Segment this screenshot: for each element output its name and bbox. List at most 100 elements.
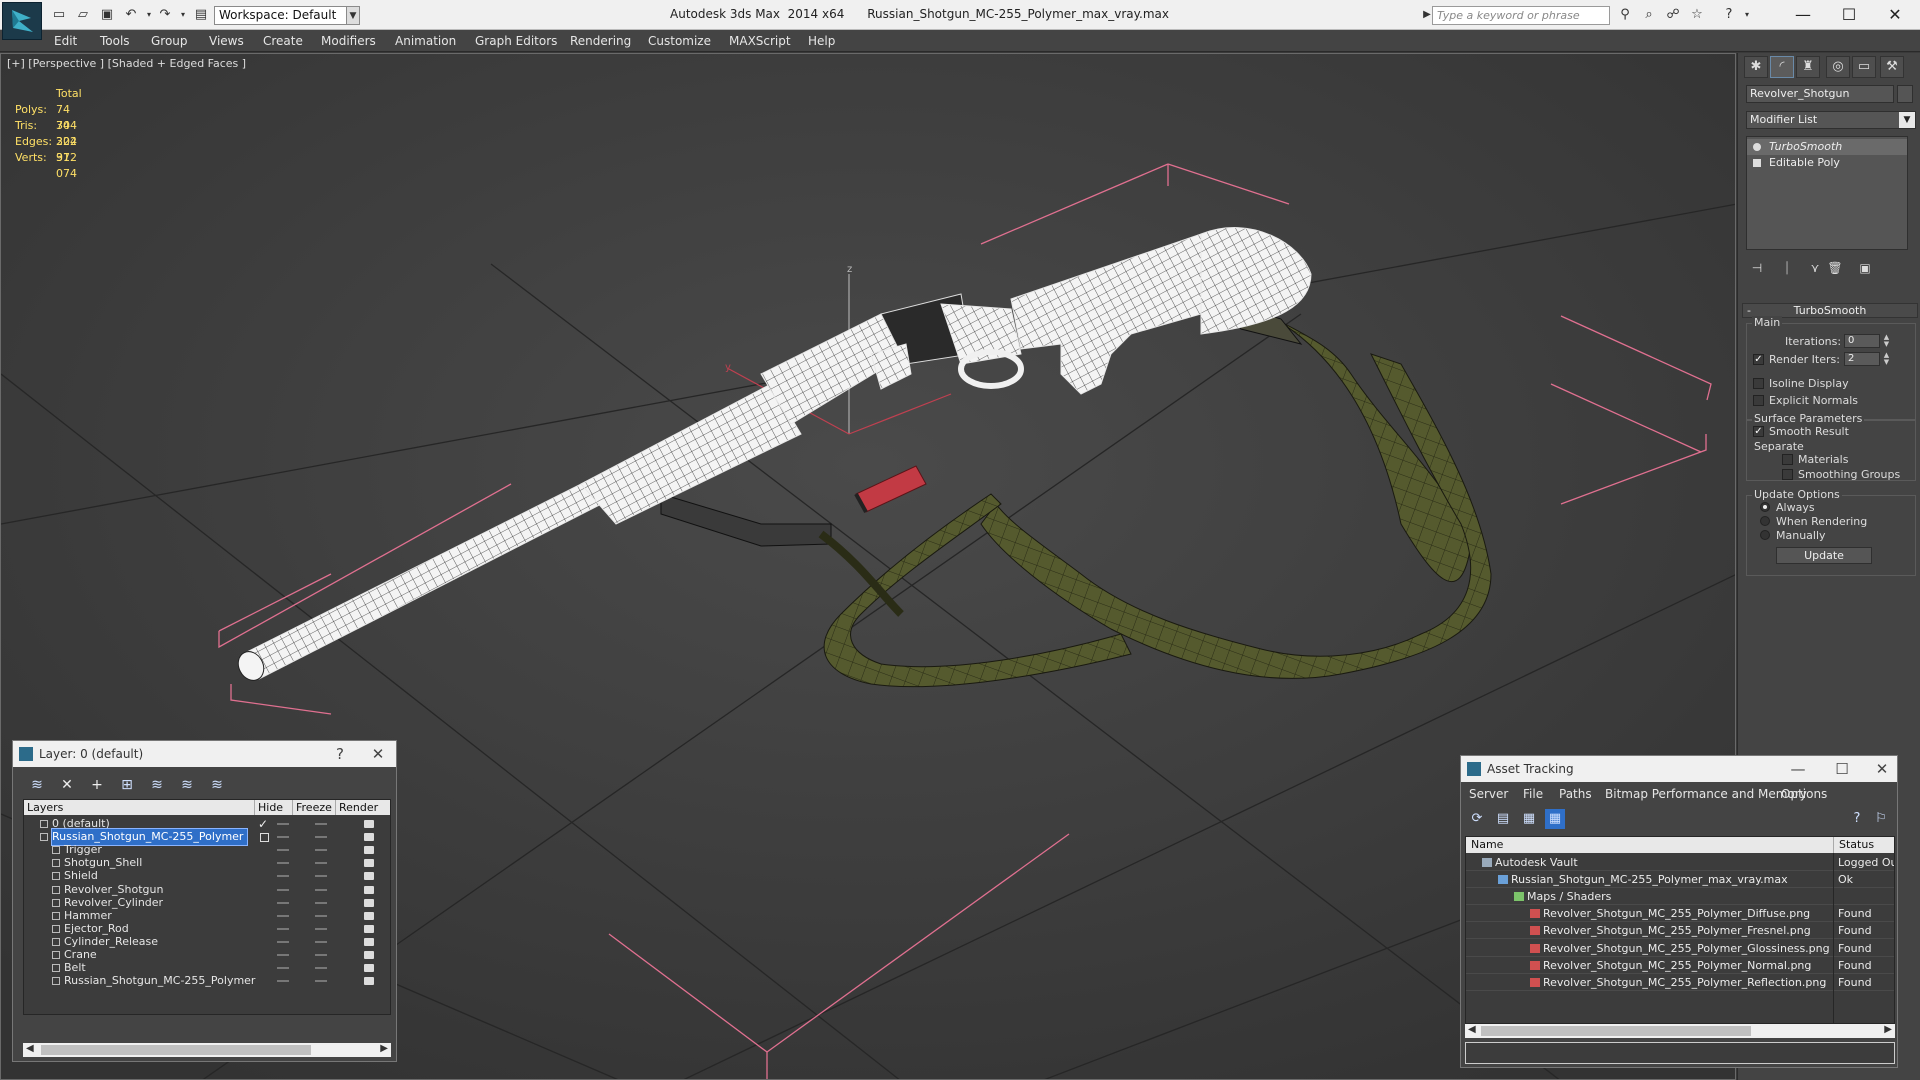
hide-toggle[interactable] (277, 901, 289, 904)
render-teapot-icon[interactable] (364, 833, 374, 842)
project-folder-icon[interactable]: ▤ (192, 6, 210, 24)
always-radio[interactable] (1760, 502, 1770, 512)
tree-view-icon[interactable]: ▦ (1519, 809, 1539, 829)
table-view-icon[interactable]: ▦ (1545, 809, 1565, 829)
spinner-arrows-icon[interactable]: ▲ ▼ (1882, 352, 1891, 366)
hide-toggle[interactable] (277, 875, 289, 878)
highlight-layer-icon[interactable]: ≋ (147, 775, 167, 795)
column-status[interactable]: Status (1834, 837, 1894, 853)
modifier-list-dropdown[interactable]: Modifier List ▼ (1746, 111, 1916, 129)
menu-modifiers[interactable]: Modifiers (321, 34, 376, 48)
freeze-toggle[interactable] (315, 940, 327, 943)
render-iters-checkbox[interactable]: ✓ (1753, 354, 1764, 365)
maximize-icon[interactable]: ☐ (1826, 2, 1872, 28)
utilities-tab-icon[interactable]: ⚒ (1880, 56, 1904, 78)
save-file-icon[interactable]: ▣ (98, 6, 116, 24)
close-icon[interactable]: ✕ (363, 741, 393, 767)
make-unique-icon[interactable]: ⋎ (1804, 258, 1826, 278)
show-end-result-icon[interactable]: ⏐ (1776, 258, 1798, 278)
asset-row[interactable]: Autodesk Vault Logged Out (1466, 854, 1894, 871)
render-teapot-icon[interactable] (364, 924, 374, 933)
asset-row[interactable]: Russian_Shotgun_MC-255_Polymer_max_vray.… (1466, 871, 1894, 889)
favorites-star-icon[interactable]: ☆ (1688, 6, 1706, 24)
freeze-toggle[interactable] (315, 954, 327, 956)
render-teapot-icon[interactable] (364, 885, 374, 894)
scroll-right-icon[interactable]: ▶ (380, 1043, 388, 1054)
asset-row[interactable]: Revolver_Shotgun_MC_255_Polymer_Reflecti… (1466, 974, 1894, 991)
undo-icon[interactable]: ↶ (122, 6, 140, 24)
freeze-toggle[interactable] (315, 927, 327, 930)
render-teapot-icon[interactable] (364, 859, 374, 868)
hide-toggle[interactable] (277, 836, 289, 839)
object-color-swatch[interactable] (1897, 85, 1913, 103)
redo-icon[interactable]: ↷ (156, 6, 174, 24)
pin-stack-icon[interactable]: ⊣ (1746, 258, 1768, 278)
open-file-icon[interactable]: ▱ (74, 6, 92, 24)
render-teapot-icon[interactable] (364, 911, 374, 920)
hide-all-icon[interactable]: ≋ (177, 775, 197, 795)
render-teapot-icon[interactable] (364, 977, 374, 986)
asset-row[interactable]: Revolver_Shotgun_MC_255_Polymer_Glossine… (1466, 940, 1894, 957)
lightbulb-icon[interactable] (1753, 143, 1761, 151)
refresh-icon[interactable]: ⟳ (1467, 809, 1487, 829)
hide-toggle[interactable] (277, 914, 289, 917)
hide-toggle[interactable] (277, 940, 289, 943)
render-teapot-icon[interactable] (364, 951, 374, 959)
close-icon[interactable]: ✕ (1867, 756, 1897, 782)
new-file-icon[interactable]: ▭ (50, 6, 68, 24)
help-icon[interactable]: ? (1847, 809, 1867, 829)
create-tab-icon[interactable]: ✱ (1744, 56, 1768, 78)
minimize-icon[interactable]: — (1780, 2, 1826, 28)
scroll-left-icon[interactable]: ◀ (1468, 1024, 1476, 1035)
freeze-toggle[interactable] (315, 967, 327, 970)
freeze-all-icon[interactable]: ≋ (207, 775, 227, 795)
menu-create[interactable]: Create (263, 34, 303, 48)
hide-toggle[interactable] (277, 823, 289, 825)
smoothing-groups-checkbox[interactable] (1782, 469, 1793, 480)
horizontal-scrollbar[interactable]: ◀ ▶ (23, 1043, 391, 1057)
viewport-label[interactable]: [+] [Perspective ] [Shaded + Edged Faces… (7, 57, 246, 70)
expand-box-icon[interactable] (1753, 159, 1761, 167)
column-hide[interactable]: Hide (255, 800, 293, 815)
render-teapot-icon[interactable] (364, 846, 374, 855)
hide-toggle[interactable] (277, 888, 289, 891)
asset-menu-server[interactable]: Server (1469, 787, 1508, 801)
hierarchy-tab-icon[interactable]: ♜ (1796, 56, 1820, 78)
hide-toggle[interactable] (277, 954, 289, 956)
hide-toggle[interactable] (277, 849, 289, 852)
menu-tools[interactable]: Tools (100, 34, 130, 48)
make-active-box-icon[interactable] (260, 833, 269, 843)
menu-customize[interactable]: Customize (648, 34, 711, 48)
freeze-toggle[interactable] (315, 888, 327, 891)
menu-graph-editors[interactable]: Graph Editors (475, 34, 557, 48)
render-teapot-icon[interactable] (364, 872, 374, 881)
delete-layer-icon[interactable]: ✕ (57, 775, 77, 795)
asset-menu-options[interactable]: Options (1781, 787, 1827, 801)
create-layer-icon[interactable]: ≋ (27, 775, 47, 795)
explicit-normals-checkbox[interactable] (1753, 395, 1764, 406)
list-view-icon[interactable]: ▤ (1493, 809, 1513, 829)
minimize-icon[interactable]: — (1783, 756, 1813, 782)
hide-toggle[interactable] (277, 980, 289, 983)
scroll-right-icon[interactable]: ▶ (1884, 1024, 1892, 1035)
help-icon[interactable]: ? (325, 741, 355, 767)
asset-row[interactable]: Revolver_Shotgun_MC_255_Polymer_Diffuse.… (1466, 905, 1894, 923)
motion-tab-icon[interactable]: ◎ (1826, 56, 1850, 78)
render-iters-spinner[interactable]: 2 (1844, 352, 1880, 366)
layer-row[interactable]: Russian_Shotgun_MC-255_Polymer (24, 973, 390, 989)
menu-edit[interactable]: Edit (54, 34, 77, 48)
freeze-toggle[interactable] (315, 875, 327, 878)
menu-maxscript[interactable]: MAXScript (729, 34, 791, 48)
asset-row[interactable]: Revolver_Shotgun_MC_255_Polymer_Normal.p… (1466, 957, 1894, 974)
add-to-layer-icon[interactable]: + (87, 775, 107, 795)
binoculars-icon[interactable]: ⚲ (1616, 6, 1634, 24)
asset-menu-bitmap[interactable]: Bitmap Performance and Memory (1605, 787, 1807, 801)
horizontal-scrollbar[interactable]: ◀ ▶ (1465, 1024, 1895, 1038)
materials-checkbox[interactable] (1782, 454, 1793, 465)
freeze-toggle[interactable] (315, 849, 327, 852)
isoline-checkbox[interactable] (1753, 378, 1764, 389)
asset-menu-paths[interactable]: Paths (1559, 787, 1592, 801)
freeze-toggle[interactable] (315, 914, 327, 917)
asset-menu-file[interactable]: File (1523, 787, 1543, 801)
freeze-toggle[interactable] (315, 823, 327, 825)
